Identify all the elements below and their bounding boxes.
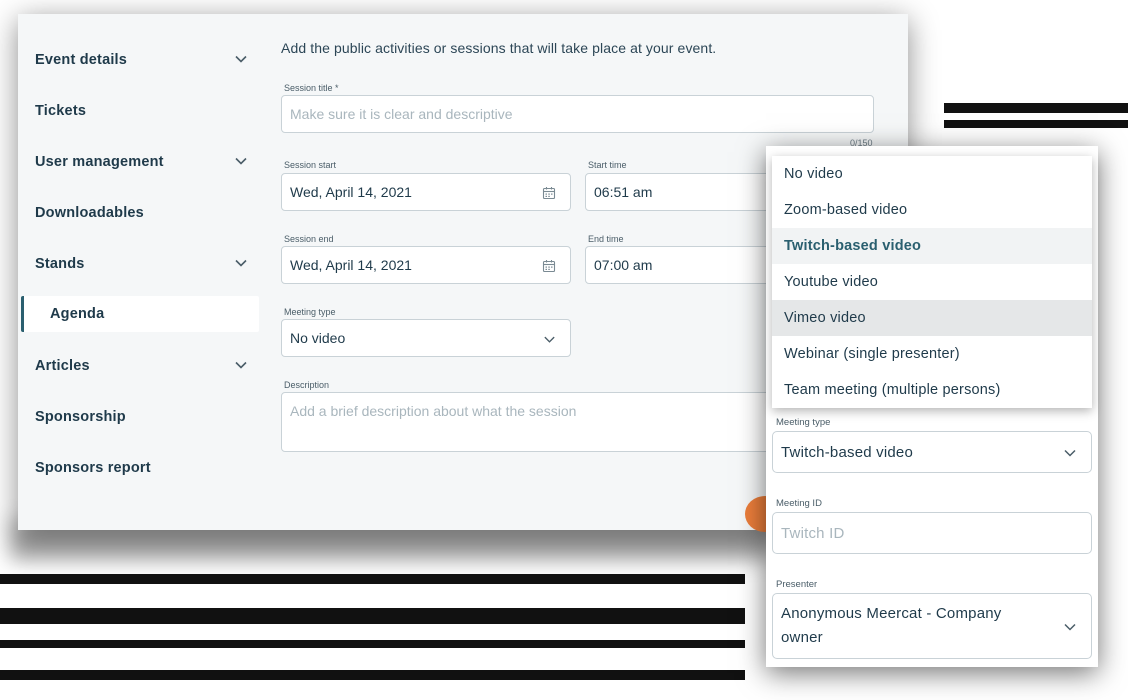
calendar-icon[interactable]	[542, 186, 556, 200]
presenter-label: Presenter	[776, 579, 818, 590]
dropdown-option[interactable]: No video	[772, 156, 1092, 192]
sidebar-item-label: Downloadables	[35, 204, 144, 221]
session-start-field[interactable]: Wed, April 14, 2021	[281, 173, 571, 211]
description-label: Description	[284, 380, 330, 390]
session-end-field[interactable]: Wed, April 14, 2021	[281, 246, 571, 284]
sidebar-item-label: User management	[35, 153, 164, 170]
sidebar-item-downloadables[interactable]: Downloadables	[18, 187, 260, 238]
chevron-down-icon	[1064, 623, 1076, 631]
presenter-select[interactable]: Anonymous Meercat - Company owner	[772, 593, 1092, 659]
dropdown-option-selected[interactable]: Twitch-based video	[772, 228, 1092, 264]
chevron-down-icon	[235, 157, 247, 165]
sidebar-item-label: Agenda	[50, 306, 105, 322]
chevron-down-icon	[235, 259, 247, 267]
chevron-down-icon	[544, 336, 555, 343]
session-start-label: Session start	[284, 160, 337, 170]
dropdown-option-hovered[interactable]: Vimeo video	[772, 300, 1092, 336]
sidebar-item-articles[interactable]: Articles	[18, 340, 260, 391]
meeting-id-input[interactable]: Twitch ID	[772, 512, 1092, 554]
chevron-down-icon	[1064, 449, 1076, 457]
sidebar-item-label: Sponsorship	[35, 408, 126, 425]
meeting-type-label: Meeting type	[284, 307, 336, 317]
session-start-value: Wed, April 14, 2021	[290, 184, 412, 200]
calendar-icon[interactable]	[542, 259, 556, 273]
sidebar-item-label: Event details	[35, 51, 128, 68]
meeting-type-label: Meeting type	[776, 417, 831, 428]
meeting-type-value: No video	[290, 330, 346, 346]
session-title-input[interactable]: Make sure it is clear and descriptive	[281, 95, 874, 133]
end-time-value: 07:00 am	[594, 257, 653, 273]
meeting-type-select[interactable]: No video	[281, 319, 571, 357]
dropdown-option[interactable]: Team meeting (multiple persons)	[772, 372, 1092, 408]
sidebar-item-label: Sponsors report	[35, 459, 151, 476]
chevron-down-icon	[235, 361, 247, 369]
sidebar-item-tickets[interactable]: Tickets	[18, 85, 260, 136]
session-end-label: Session end	[284, 234, 334, 244]
sidebar-item-sponsorship[interactable]: Sponsorship	[18, 391, 260, 442]
start-time-label: Start time	[588, 160, 627, 170]
sidebar-item-label: Tickets	[35, 102, 87, 119]
description-placeholder: Add a brief description about what the s…	[290, 403, 577, 419]
sidebar-item-sponsors-report[interactable]: Sponsors report	[18, 442, 260, 493]
presenter-value: Anonymous Meercat - Company owner	[781, 605, 1002, 646]
sidebar-item-label: Stands	[35, 255, 85, 272]
sidebar-item-user-management[interactable]: User management	[18, 136, 260, 187]
meeting-id-label: Meeting ID	[776, 498, 822, 509]
session-title-label: Session title *	[284, 83, 339, 93]
meeting-type-value: Twitch-based video	[781, 443, 914, 461]
dropdown-option[interactable]: Webinar (single presenter)	[772, 336, 1092, 372]
sidebar-item-stands[interactable]: Stands	[18, 238, 260, 289]
chevron-down-icon	[235, 55, 247, 63]
meeting-type-dropdown: No video Zoom-based video Twitch-based v…	[772, 156, 1092, 408]
sidebar: Event details Tickets User management Do…	[18, 34, 260, 493]
sidebar-item-event-details[interactable]: Event details	[18, 34, 260, 85]
start-time-value: 06:51 am	[594, 184, 653, 200]
form-intro: Add the public activities or sessions th…	[281, 40, 717, 56]
dropdown-option[interactable]: Youtube video	[772, 264, 1092, 300]
session-end-value: Wed, April 14, 2021	[290, 257, 412, 273]
meeting-type-select[interactable]: Twitch-based video	[772, 431, 1092, 473]
sidebar-item-agenda[interactable]: Agenda	[21, 296, 259, 332]
end-time-label: End time	[588, 234, 624, 244]
sidebar-item-label: Articles	[35, 357, 90, 374]
dropdown-option[interactable]: Zoom-based video	[772, 192, 1092, 228]
